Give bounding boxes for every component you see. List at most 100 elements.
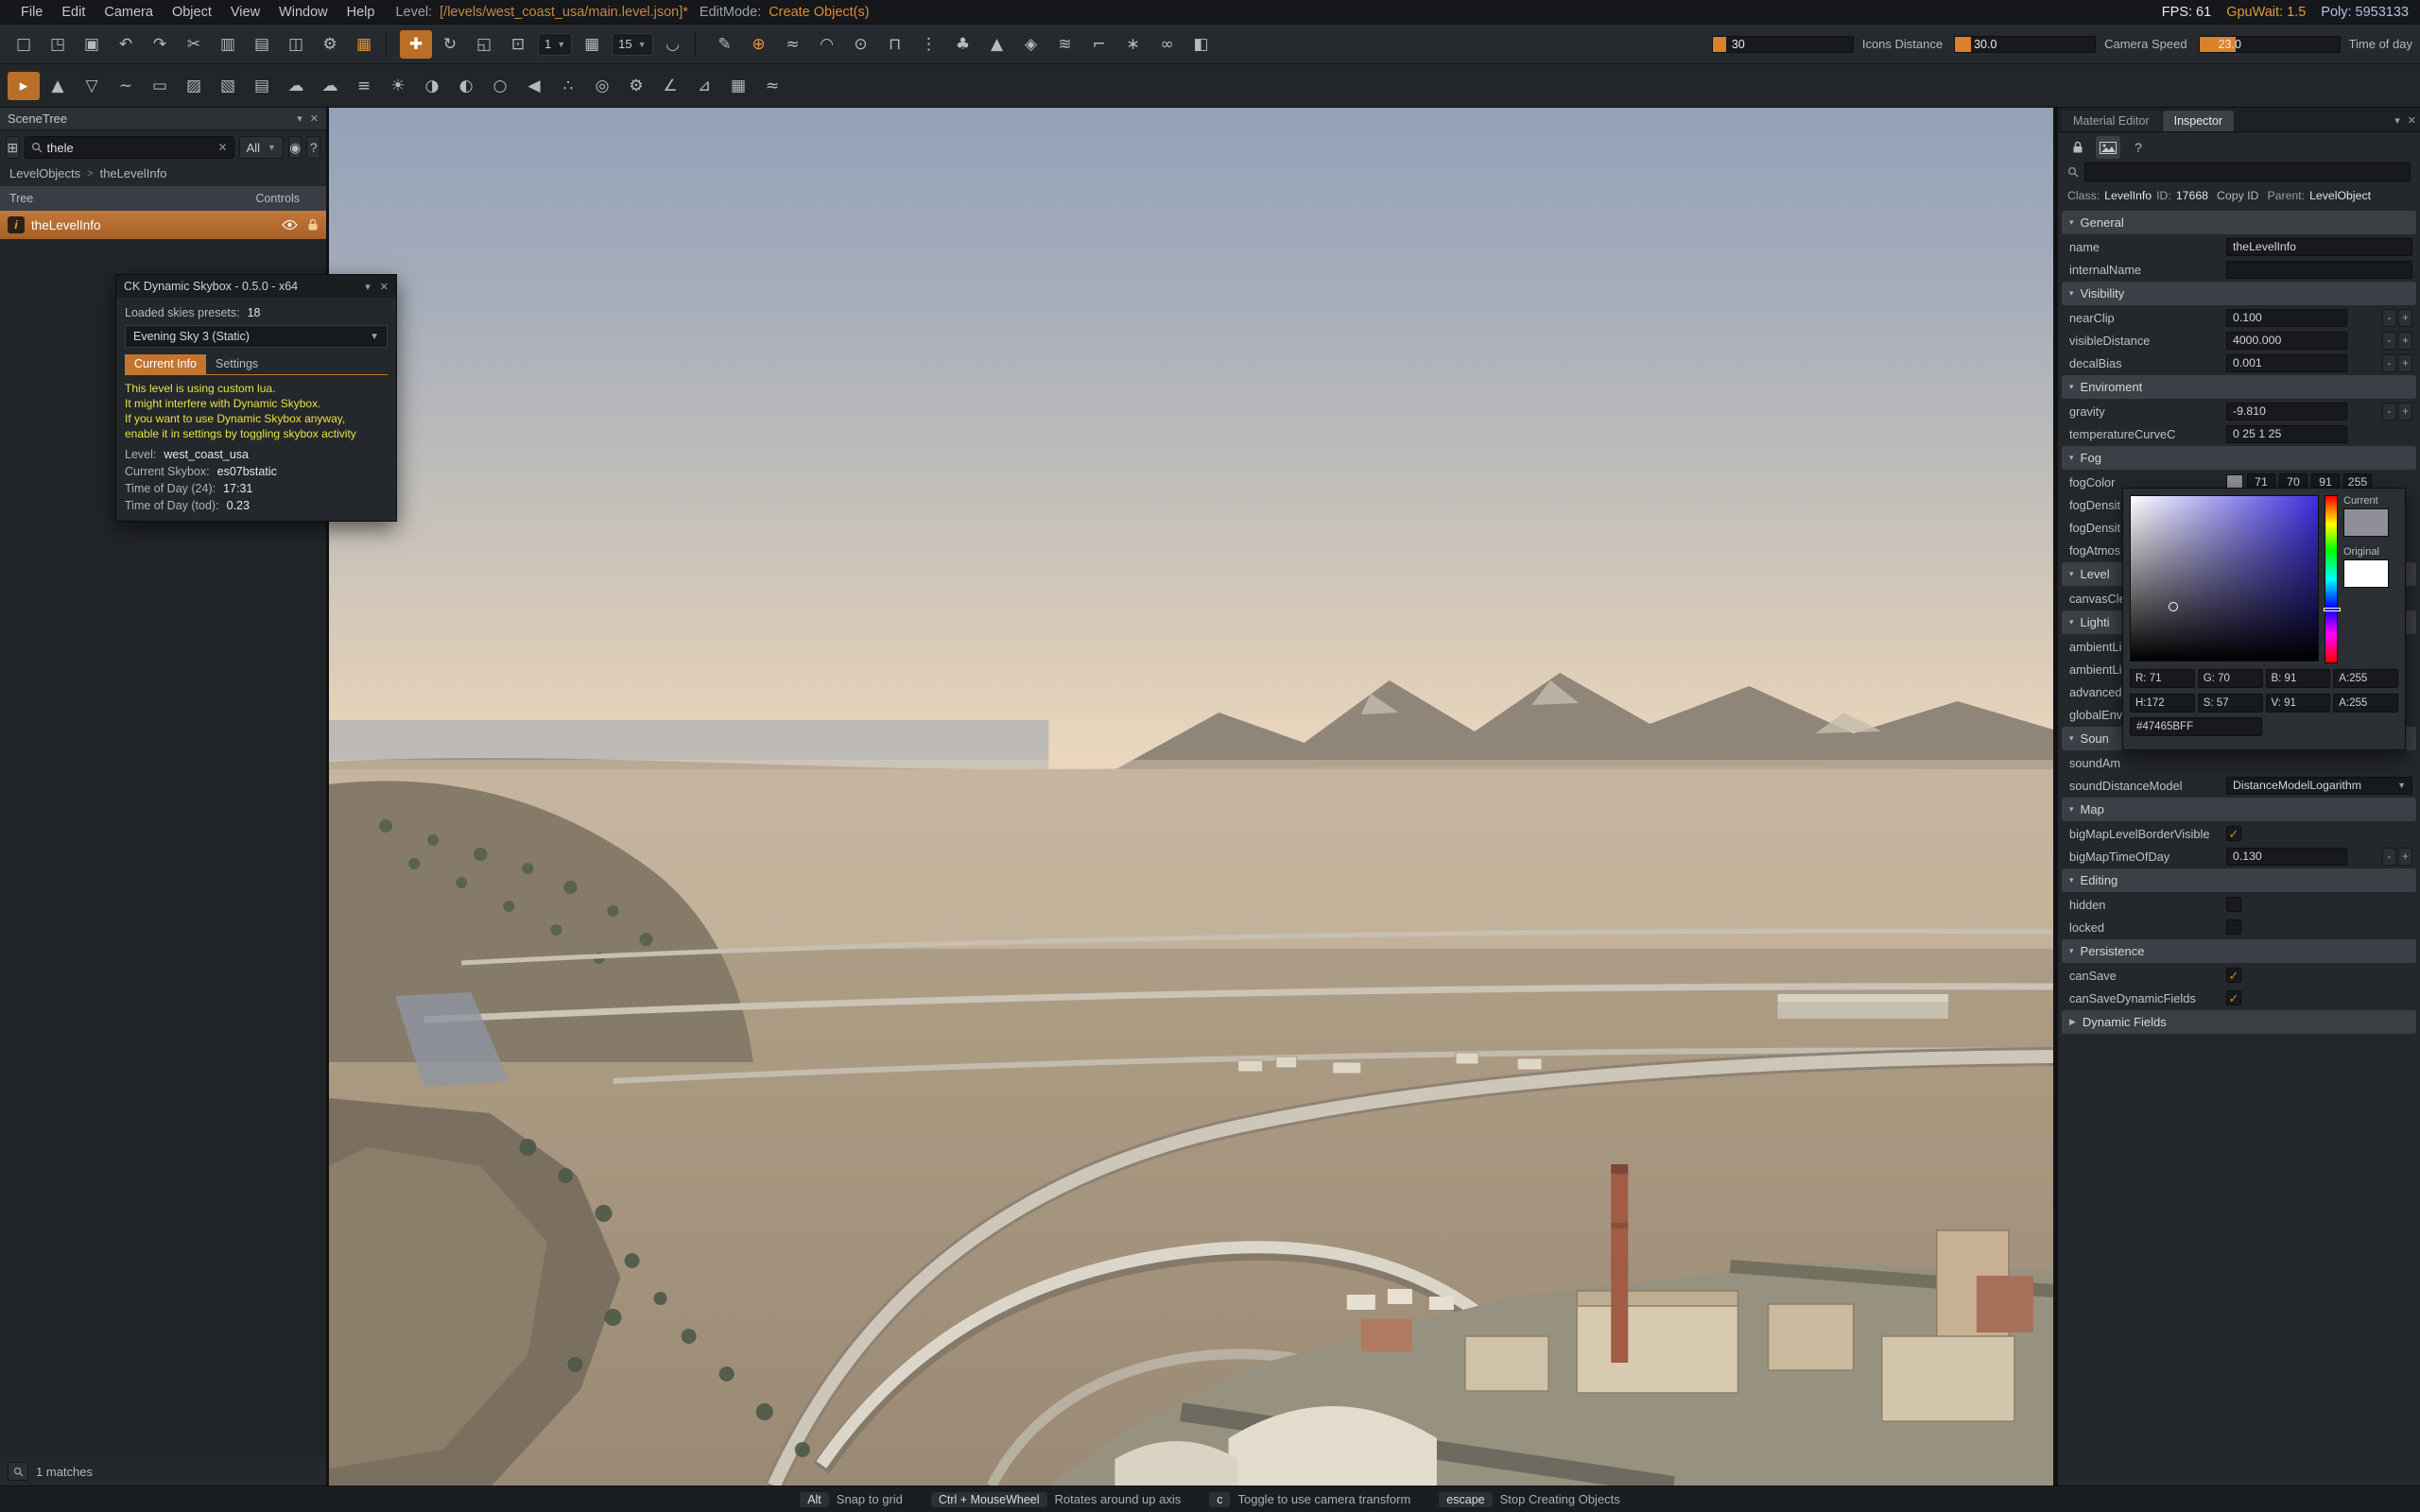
copy-id-button[interactable]: Copy ID <box>2217 189 2258 202</box>
smooth-terrain-icon[interactable]: ∼ <box>110 72 142 100</box>
gravity-input[interactable] <box>2226 403 2347 421</box>
visibleDistance-increment[interactable]: + <box>2398 332 2412 350</box>
rgba-field[interactable]: A:255 <box>2333 669 2398 688</box>
traffic-signal-icon[interactable]: ⋮ <box>913 30 945 59</box>
menu-item[interactable]: Window <box>269 5 337 20</box>
menu-item[interactable]: Edit <box>52 5 95 20</box>
name-input[interactable] <box>2226 238 2412 256</box>
focus-selected-button[interactable]: ◉ <box>288 136 302 159</box>
close-icon[interactable]: ✕ <box>310 112 319 125</box>
visibleDistance-decrement[interactable]: - <box>2382 332 2396 350</box>
locked-checkbox[interactable]: ✓ <box>2226 919 2241 935</box>
paste-icon[interactable]: ▤ <box>246 30 278 59</box>
angle-tool-icon[interactable]: ∠ <box>654 72 686 100</box>
lower-terrain-icon[interactable]: ▽ <box>76 72 108 100</box>
camera-speed-slider[interactable]: 30.0 <box>1954 36 2096 53</box>
section-dynamic-fields[interactable]: ▶ Dynamic Fields <box>2062 1010 2416 1034</box>
menu-item[interactable]: Help <box>337 5 385 20</box>
section-editing[interactable]: ▾ Editing <box>2062 868 2416 892</box>
image-overlay-icon[interactable]: ▤ <box>246 72 278 100</box>
decal-tool-icon[interactable]: ◈ <box>1015 30 1047 59</box>
translate-gizmo-icon[interactable]: ✚ <box>400 30 432 59</box>
grid-overlay-icon[interactable]: ▦ <box>722 72 754 100</box>
redo-icon[interactable]: ↷ <box>144 30 176 59</box>
lamp-post-icon[interactable]: ⊓ <box>879 30 911 59</box>
section-map[interactable]: ▾ Map <box>2062 798 2416 821</box>
soundDistanceModel-dropdown[interactable]: DistanceModelLogarithm ▼ <box>2226 777 2412 795</box>
breadcrumb-levelobjects[interactable]: LevelObjects <box>9 166 80 180</box>
inspector-search-input[interactable] <box>2090 165 2405 179</box>
angle-snap-dropdown[interactable]: 15 ▼ <box>612 33 652 56</box>
nearClip-increment[interactable]: + <box>2398 309 2412 327</box>
close-icon[interactable]: ✕ <box>2408 114 2416 127</box>
decalBias-decrement[interactable]: - <box>2382 354 2396 372</box>
decalBias-input[interactable] <box>2226 354 2347 372</box>
time-of-day-slider[interactable]: 23.0 <box>2199 36 2341 53</box>
section-general[interactable]: ▾ General <box>2062 211 2416 234</box>
create-object-icon[interactable]: ⊕ <box>743 30 775 59</box>
asset-browser-icon[interactable]: ▦ <box>348 30 380 59</box>
rotate-gizmo-icon[interactable]: ↻ <box>434 30 466 59</box>
scenetree-title-bar[interactable]: SceneTree ▾ ✕ <box>0 108 326 130</box>
rgba-field[interactable]: R: 71 <box>2130 669 2195 688</box>
hsva-field[interactable]: A:255 <box>2333 694 2398 713</box>
canSave-checkbox[interactable]: ✓ <box>2226 968 2241 983</box>
tab-material-editor[interactable]: Material Editor <box>2062 111 2161 131</box>
paste-in-place-icon[interactable]: ◫ <box>280 30 312 59</box>
scenetree-search-input[interactable] <box>47 141 214 155</box>
audio-tool-icon[interactable]: ◀ <box>518 72 550 100</box>
environment-icon[interactable]: ≡ <box>348 72 380 100</box>
gizmo-space-toggle-icon[interactable]: ⊡ <box>502 30 534 59</box>
editmode-value[interactable]: Create Object(s) <box>769 5 869 20</box>
erase-terrain-icon[interactable]: ▧ <box>212 72 244 100</box>
daynight-tool-icon[interactable]: ⚙ <box>620 72 652 100</box>
scenetree-searchbox[interactable]: ✕ <box>25 136 234 159</box>
nearClip-decrement[interactable]: - <box>2382 309 2396 327</box>
menu-item[interactable]: View <box>221 5 269 20</box>
breadcrumb-thelevelinfo[interactable]: theLevelInfo <box>100 166 167 180</box>
decalBias-increment[interactable]: + <box>2398 354 2412 372</box>
hsva-field[interactable]: S: 57 <box>2198 694 2263 713</box>
paint-terrain-icon[interactable]: ▨ <box>178 72 210 100</box>
lock-icon[interactable] <box>307 218 319 232</box>
viewport-3d-scene[interactable] <box>329 108 2053 1486</box>
snap-magnet-toggle[interactable]: ◡ <box>657 30 689 59</box>
object-tool-icon[interactable]: ▸ <box>8 72 40 100</box>
menu-item[interactable]: File <box>11 5 52 20</box>
undo-icon[interactable]: ↶ <box>110 30 142 59</box>
lock-inspector-button[interactable] <box>2066 136 2090 159</box>
scale-gizmo-icon[interactable]: ◱ <box>468 30 500 59</box>
visibleDistance-input[interactable] <box>2226 332 2347 350</box>
temperatureCurveC-input[interactable] <box>2226 425 2347 443</box>
tab-settings[interactable]: Settings <box>206 354 268 374</box>
gravity-increment[interactable]: + <box>2398 403 2412 421</box>
road-tool-icon[interactable]: ≈ <box>777 30 809 59</box>
collapse-icon[interactable]: ▾ <box>365 281 371 293</box>
water-tool-icon[interactable]: ○ <box>484 72 516 100</box>
menu-item[interactable]: Object <box>163 5 221 20</box>
copy-icon[interactable]: ▥ <box>212 30 244 59</box>
coupler-tool-icon[interactable]: ∞ <box>1151 30 1184 59</box>
particle-tool-icon[interactable]: ∗ <box>1117 30 1150 59</box>
flatten-terrain-icon[interactable]: ▭ <box>144 72 176 100</box>
tree-row-thelevelinfo[interactable]: i theLevelInfo <box>0 211 326 239</box>
canSaveDynamicFields-checkbox[interactable]: ✓ <box>2226 990 2241 1005</box>
open-folder-icon[interactable]: ◳ <box>42 30 74 59</box>
hsva-field[interactable]: V: 91 <box>2266 694 2331 713</box>
crane-tool-icon[interactable]: ⌐ <box>1083 30 1115 59</box>
target-tool-icon[interactable]: ◎ <box>586 72 618 100</box>
sun-tool-icon[interactable]: ☀ <box>382 72 414 100</box>
grid-snap-toggle[interactable]: ▦ <box>576 30 608 59</box>
tab-current-info[interactable]: Current Info <box>125 354 206 374</box>
decal-road-icon[interactable]: ◠ <box>811 30 843 59</box>
exposure-icon[interactable]: ◑ <box>416 72 448 100</box>
rgba-field[interactable]: G: 70 <box>2198 669 2263 688</box>
settings-gear-icon[interactable]: ⚙ <box>314 30 346 59</box>
rgba-field[interactable]: B: 91 <box>2266 669 2331 688</box>
clear-search-icon[interactable]: ✕ <box>218 141 228 154</box>
section-persistence[interactable]: ▾ Persistence <box>2062 939 2416 963</box>
sky-preset-dropdown[interactable]: Evening Sky 3 (Static) ▼ <box>125 325 388 348</box>
hsva-field[interactable]: H:172 <box>2130 694 2195 713</box>
bigMapLevelBorderVisible-checkbox[interactable]: ✓ <box>2226 826 2241 841</box>
hue-marker[interactable] <box>2324 608 2341 611</box>
